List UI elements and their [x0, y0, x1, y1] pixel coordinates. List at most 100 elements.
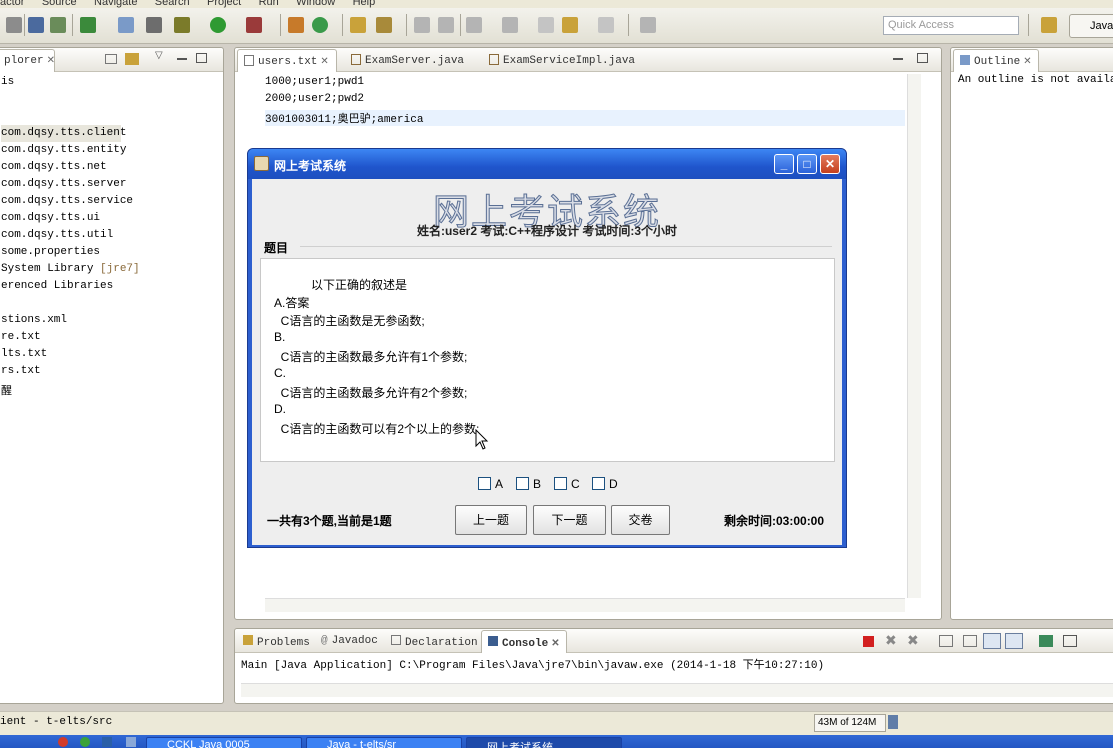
- tab-declaration[interactable]: Declaration: [385, 630, 484, 653]
- answer-checkbox-a[interactable]: A: [478, 477, 503, 491]
- editor-horizontal-scrollbar[interactable]: [265, 598, 905, 612]
- tree-item[interactable]: lts.txt: [1, 346, 47, 363]
- close-icon[interactable]: ✕: [551, 639, 559, 650]
- save-all-icon[interactable]: [50, 17, 66, 33]
- menu-refactor[interactable]: actor: [0, 0, 24, 8]
- collapse-all-icon[interactable]: [105, 54, 117, 64]
- menu-run[interactable]: Run: [259, 0, 279, 8]
- display-console-icon[interactable]: [1063, 635, 1077, 647]
- show-console-icon[interactable]: [983, 633, 1001, 649]
- pin-editor-icon[interactable]: [640, 17, 656, 33]
- minimize-icon[interactable]: [893, 58, 903, 60]
- tree-item[interactable]: com.dqsy.tts.server: [1, 176, 126, 193]
- menu-search[interactable]: Search: [155, 0, 190, 8]
- scroll-lock-icon[interactable]: [963, 635, 977, 647]
- run-icon[interactable]: [210, 17, 226, 33]
- new-package-icon[interactable]: [288, 17, 304, 33]
- tab-examserver-java[interactable]: ExamServer.java: [345, 49, 470, 72]
- tab-problems[interactable]: Problems: [237, 630, 316, 653]
- submit-button[interactable]: 交卷: [611, 505, 670, 535]
- taskbar-item-active[interactable]: 网上考试系统: [466, 737, 622, 748]
- tab-package-explorer[interactable]: plorer ✕: [0, 49, 55, 72]
- taskbar-item[interactable]: Java - t-elts/sr: [306, 737, 462, 748]
- tree-item[interactable]: stions.xml: [1, 312, 67, 329]
- tree-item[interactable]: re.txt: [1, 329, 41, 346]
- tree-item[interactable]: some.properties: [1, 244, 100, 261]
- checkbox-box[interactable]: [592, 477, 605, 490]
- maximize-button[interactable]: □: [797, 154, 817, 174]
- tree-item[interactable]: is: [1, 74, 14, 91]
- forward-arrow-icon[interactable]: [598, 17, 614, 33]
- last-edit-icon[interactable]: [538, 17, 554, 33]
- maximize-icon[interactable]: [196, 53, 207, 63]
- quick-access-input[interactable]: Quick Access: [883, 16, 1019, 35]
- app-icon[interactable]: [126, 737, 136, 747]
- menu-source[interactable]: Source: [42, 0, 77, 8]
- taskbar-item[interactable]: CCKL Java 0005: [146, 737, 302, 748]
- editor-vertical-scrollbar[interactable]: [907, 74, 921, 598]
- tree-item[interactable]: com.dqsy.tts.entity: [1, 142, 126, 159]
- bug-icon[interactable]: [174, 17, 190, 33]
- close-icon[interactable]: ✕: [1023, 57, 1031, 68]
- tree-item[interactable]: com.dqsy.tts.net: [1, 159, 107, 176]
- checkbox-box[interactable]: [478, 477, 491, 490]
- dialog-title-bar[interactable]: 网上考试系统 _ □ ✕: [248, 149, 846, 179]
- pin-console-icon[interactable]: [1005, 633, 1023, 649]
- toggle-mark-icon[interactable]: [414, 17, 430, 33]
- next-question-button[interactable]: 下一题: [533, 505, 606, 535]
- code-line-current[interactable]: 3001003011;奥巴驴;america: [265, 110, 905, 126]
- terminate-icon[interactable]: [863, 636, 874, 647]
- tree-item-selected[interactable]: com.dqsy.tts.client: [1, 125, 126, 142]
- tree-item[interactable]: com.dqsy.tts.service: [1, 193, 133, 210]
- close-icon[interactable]: ✕: [47, 56, 55, 67]
- tree-item[interactable]: 醒: [1, 380, 12, 398]
- close-button[interactable]: ✕: [820, 154, 840, 174]
- code-line[interactable]: 2000;user2;pwd2: [265, 93, 364, 105]
- remove-all-icon[interactable]: ✖: [907, 632, 919, 649]
- menu-window[interactable]: Window: [296, 0, 335, 8]
- toolbar-icon[interactable]: [6, 17, 22, 33]
- minimize-icon[interactable]: [177, 58, 187, 60]
- console-horizontal-scrollbar[interactable]: [241, 683, 1113, 697]
- back-arrow-icon[interactable]: [562, 17, 578, 33]
- answer-checkbox-c[interactable]: C: [554, 477, 580, 491]
- java-perspective-button[interactable]: Java: [1069, 14, 1113, 38]
- app-icon[interactable]: [80, 737, 90, 747]
- tab-console[interactable]: Console ✕: [481, 630, 567, 653]
- menu-help[interactable]: Help: [353, 0, 376, 8]
- remove-launch-icon[interactable]: ✖: [885, 632, 897, 649]
- tab-examserviceimpl-java[interactable]: ExamServiceImpl.java: [483, 49, 641, 72]
- tree-item[interactable]: com.dqsy.tts.ui: [1, 210, 100, 227]
- clear-console-icon[interactable]: [939, 635, 953, 647]
- tree-item[interactable]: com.dqsy.tts.util: [1, 227, 113, 244]
- heap-status[interactable]: 43M of 124M: [814, 714, 886, 732]
- tab-users-txt[interactable]: users.txt ✕: [237, 49, 337, 72]
- debug-skip-icon[interactable]: [146, 17, 162, 33]
- prev-annotation-icon[interactable]: [502, 17, 518, 33]
- next-annotation-icon[interactable]: [466, 17, 482, 33]
- link-editor-icon[interactable]: [125, 53, 139, 65]
- block-select-icon[interactable]: [438, 17, 454, 33]
- browser-icon[interactable]: [58, 737, 68, 747]
- open-console-icon[interactable]: [1039, 635, 1053, 647]
- checkbox-box[interactable]: [554, 477, 567, 490]
- tab-javadoc[interactable]: @ Javadoc: [315, 630, 384, 653]
- tree-item[interactable]: erenced Libraries: [1, 278, 113, 295]
- menu-navigate[interactable]: Navigate: [94, 0, 137, 8]
- checkbox-box[interactable]: [516, 477, 529, 490]
- checkbox-icon[interactable]: [80, 17, 96, 33]
- code-line[interactable]: 1000;user1;pwd1: [265, 76, 364, 88]
- gc-trash-icon[interactable]: [888, 715, 898, 729]
- maximize-icon[interactable]: [917, 53, 928, 63]
- menu-project[interactable]: Project: [207, 0, 241, 8]
- minimize-button[interactable]: _: [774, 154, 794, 174]
- save-icon[interactable]: [28, 17, 44, 33]
- tree-item[interactable]: rs.txt: [1, 363, 41, 380]
- app-icon[interactable]: [102, 737, 112, 747]
- tree-item[interactable]: System Library [jre7]: [1, 261, 140, 278]
- new-class-icon[interactable]: [312, 17, 328, 33]
- search-tool-icon[interactable]: [376, 17, 392, 33]
- open-folder-icon[interactable]: [350, 17, 366, 33]
- new-icon[interactable]: [118, 17, 134, 33]
- answer-checkbox-d[interactable]: D: [592, 477, 618, 491]
